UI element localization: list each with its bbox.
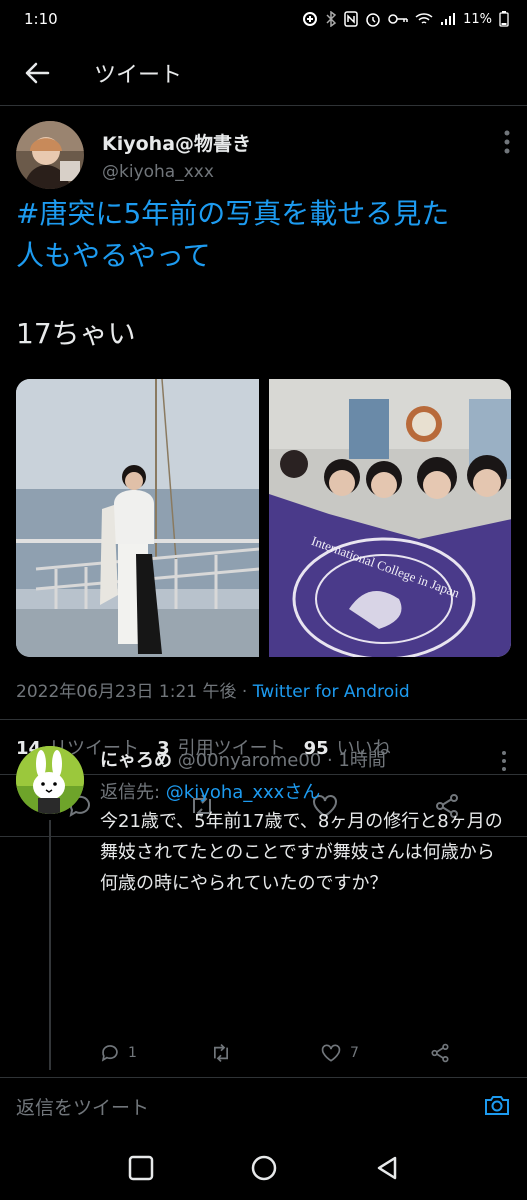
- top-header: ツイート: [0, 40, 527, 106]
- thread-line: [49, 820, 51, 1070]
- retweet-icon: [214, 1043, 228, 1063]
- system-nav-bar: [0, 1136, 527, 1200]
- more-vertical-icon: [504, 130, 510, 154]
- battery-percent: 11%: [463, 11, 492, 27]
- reply-to-mention[interactable]: @kiyoha_xxxさん: [166, 782, 321, 803]
- media-photo-1[interactable]: [16, 379, 259, 657]
- camera-icon: [485, 1096, 509, 1115]
- reply-reply-button[interactable]: 1: [100, 1043, 170, 1063]
- status-time: 1:10: [24, 10, 58, 28]
- hashtag-link-continued[interactable]: 人もやるやって: [16, 239, 211, 272]
- reply-more-icon[interactable]: [501, 750, 507, 772]
- tweet-source-link[interactable]: Twitter for Android: [253, 682, 410, 702]
- reply-retweet-button[interactable]: [210, 1043, 280, 1063]
- status-icons: 11%: [302, 11, 509, 27]
- author-row: Kiyoha@物書き @kiyoha_xxx: [16, 121, 511, 189]
- battery-icon: [499, 11, 509, 27]
- page-title: ツイート: [94, 62, 183, 88]
- reply-like-button[interactable]: 7: [320, 1043, 390, 1063]
- media-grid: International College in Japan: [16, 379, 511, 657]
- more-options-button[interactable]: [503, 129, 511, 159]
- back-arrow-icon: [25, 62, 50, 83]
- reply-header: にゃろめ @00nyarome00 · 1時間: [100, 746, 386, 772]
- reply-reply-count: 1: [128, 1045, 137, 1061]
- reply-like-count: 7: [350, 1045, 359, 1061]
- media-photo-2[interactable]: International College in Japan: [268, 379, 511, 657]
- reply-actions: 1 7: [100, 1043, 500, 1063]
- signal-icon: [441, 13, 456, 25]
- back-button[interactable]: [22, 58, 52, 88]
- tweet-text: #唐突に5年前の写真を載せる見た 人もやるやって: [16, 193, 516, 277]
- reply-icon: [101, 1045, 118, 1062]
- reply-handle-time: @00nyarome00 · 1時間: [177, 750, 386, 771]
- reply-to-prefix: 返信先:: [100, 782, 166, 803]
- avatar[interactable]: [16, 121, 84, 189]
- nav-back-icon[interactable]: [375, 1155, 399, 1181]
- reply-share-button[interactable]: [430, 1043, 500, 1063]
- data-saver-icon: [303, 12, 318, 26]
- author-handle: @kiyoha_xxx: [102, 161, 214, 182]
- alarm-icon: [366, 13, 380, 27]
- share-icon: [431, 1043, 449, 1063]
- reply-text: 今21歳で、5年前17歳で、8ヶ月の修行と8ヶ月の舞妓されてたとのことですが舞妓…: [100, 811, 503, 894]
- status-bar: 1:10 11%: [0, 0, 527, 38]
- home-icon[interactable]: [250, 1154, 278, 1182]
- author-display-name[interactable]: Kiyoha@物書き: [102, 129, 251, 156]
- bluetooth-icon: [326, 11, 337, 27]
- reply-avatar[interactable]: [16, 746, 84, 814]
- reply-to-line: 返信先: @kiyoha_xxxさん: [100, 778, 320, 804]
- hashtag-link[interactable]: #唐突に5年前の写真を載せる見た: [16, 197, 449, 230]
- tweet-timestamp: 2022年06月23日 1:21 午後 ·: [16, 682, 253, 702]
- camera-button[interactable]: [483, 1092, 511, 1123]
- recents-icon[interactable]: [128, 1155, 154, 1181]
- author-names: Kiyoha@物書き @kiyoha_xxx: [102, 129, 251, 182]
- composer-placeholder[interactable]: 返信をツイート: [16, 1093, 149, 1120]
- key-icon: [388, 14, 408, 24]
- tweet-meta: 2022年06月23日 1:21 午後 · Twitter for Androi…: [16, 677, 410, 702]
- tweet-body-text: 17ちゃい: [16, 317, 136, 350]
- reply-composer[interactable]: 返信をツイート: [0, 1077, 527, 1135]
- like-heart-icon: [321, 1044, 341, 1062]
- reply-display-name[interactable]: にゃろめ: [100, 750, 172, 771]
- nfc-icon: [344, 11, 358, 27]
- wifi-icon: [415, 13, 433, 24]
